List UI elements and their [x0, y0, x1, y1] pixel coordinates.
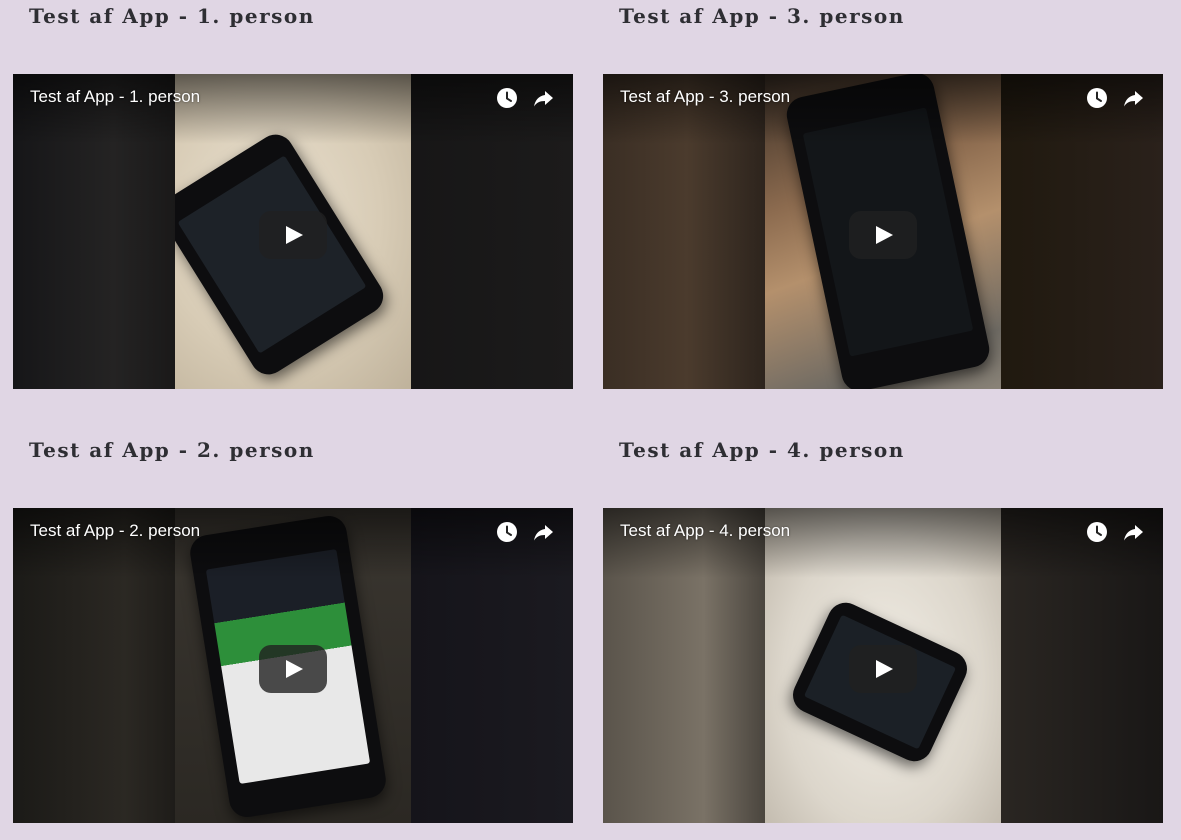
play-button[interactable]	[259, 645, 327, 693]
video-title-link[interactable]: Test af App - 1. person	[30, 87, 200, 107]
video-title-link[interactable]: Test af App - 4. person	[620, 521, 790, 541]
section-title: Test af App - 1. person	[29, 4, 315, 28]
video-embed-3[interactable]: Test af App - 3. person	[603, 74, 1163, 389]
clock-icon[interactable]	[1086, 521, 1108, 543]
clock-icon[interactable]	[1086, 87, 1108, 109]
play-button[interactable]	[849, 645, 917, 693]
play-icon	[876, 226, 893, 244]
play-icon	[286, 660, 303, 678]
play-button[interactable]	[259, 211, 327, 259]
video-title-link[interactable]: Test af App - 3. person	[620, 87, 790, 107]
section-title: Test af App - 3. person	[619, 4, 905, 28]
video-embed-4[interactable]: Test af App - 4. person	[603, 508, 1163, 823]
share-arrow-icon[interactable]	[532, 87, 554, 109]
section-title: Test af App - 4. person	[619, 438, 905, 462]
play-icon	[286, 226, 303, 244]
play-icon	[876, 660, 893, 678]
section-title: Test af App - 2. person	[29, 438, 315, 462]
video-title-link[interactable]: Test af App - 2. person	[30, 521, 200, 541]
clock-icon[interactable]	[496, 87, 518, 109]
video-grid: Test af App - 1. person Test af App - 1.…	[0, 0, 1181, 840]
play-button[interactable]	[849, 211, 917, 259]
share-arrow-icon[interactable]	[532, 521, 554, 543]
clock-icon[interactable]	[496, 521, 518, 543]
video-embed-1[interactable]: Test af App - 1. person	[13, 74, 573, 389]
share-arrow-icon[interactable]	[1122, 521, 1144, 543]
share-arrow-icon[interactable]	[1122, 87, 1144, 109]
video-embed-2[interactable]: Test af App - 2. person	[13, 508, 573, 823]
